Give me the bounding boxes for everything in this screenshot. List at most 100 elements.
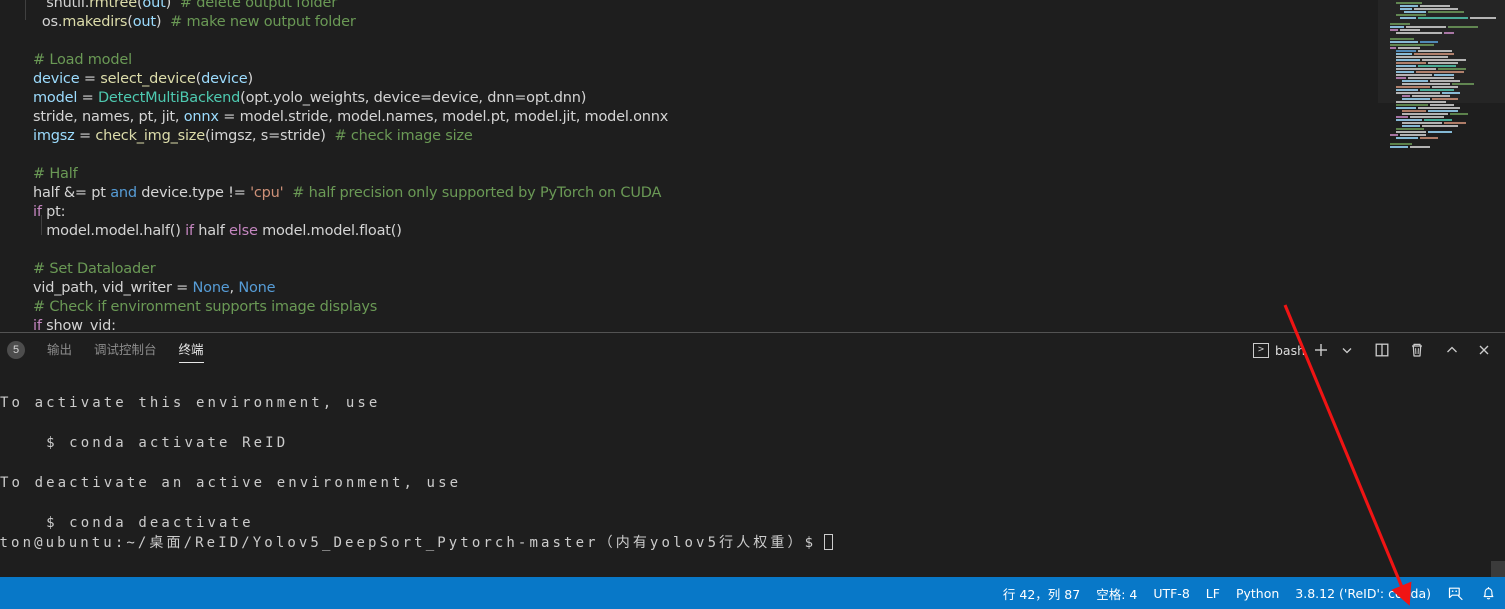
bottom-panel[interactable]: 5 输出 调试控制台 终端 > bash To activate this en…	[0, 332, 1505, 577]
code-token: select_device	[100, 71, 196, 87]
panel-header: 5 输出 调试控制台 终端 > bash	[0, 333, 1505, 367]
code-line: # Set Dataloader	[33, 260, 156, 279]
code-token: out	[142, 0, 166, 11]
minimap-segment	[1418, 107, 1460, 109]
code-token: (opt.yolo_weights, device=device, dnn=op…	[240, 90, 587, 106]
code-token: # make new output folder	[170, 14, 356, 30]
code-line: # Half	[33, 165, 78, 184]
code-token: model	[33, 90, 78, 106]
terminal-line: $ conda activate ReID	[0, 435, 289, 451]
code-token: if	[33, 318, 42, 332]
terminal-output[interactable]: To activate this environment, use $ cond…	[0, 367, 1505, 577]
new-terminal-button[interactable]	[1308, 337, 1334, 363]
minimap-segment	[1424, 119, 1452, 121]
code-token: # check image size	[334, 128, 473, 144]
code-token: model.model.half()	[33, 223, 186, 239]
code-token: None	[192, 280, 230, 296]
close-panel-button[interactable]	[1471, 337, 1497, 363]
minimap-segment	[1410, 116, 1444, 118]
code-token: half	[193, 223, 230, 239]
code-line: shutil.rmtree(out) # delete output folde…	[33, 0, 337, 13]
code-token: makedirs	[62, 14, 128, 30]
code-token: out	[132, 14, 156, 30]
minimap-segment	[1390, 143, 1412, 145]
code-token: DetectMultiBackend	[97, 90, 241, 106]
split-editor-icon	[1375, 343, 1389, 357]
editor-minimap[interactable]	[1378, 0, 1505, 332]
terminal-line: $ conda deactivate	[0, 515, 254, 531]
code-token: device	[33, 71, 80, 87]
split-terminal-button[interactable]	[1369, 337, 1395, 363]
code-token: half &=	[33, 185, 92, 201]
code-token: )	[247, 71, 254, 87]
status-eol[interactable]: LF	[1198, 577, 1228, 609]
status-indentation[interactable]: 空格: 4	[1088, 577, 1145, 609]
code-token: 'cpu'	[250, 185, 284, 201]
minimap-segment	[1396, 116, 1408, 118]
minimap-segment	[1430, 104, 1454, 106]
terminal-line: To activate this environment, use	[0, 395, 381, 411]
new-terminal-dropdown-button[interactable]	[1334, 337, 1360, 363]
minimap-segment	[1402, 122, 1442, 124]
code-token: os.	[33, 14, 63, 30]
smiley-feedback-icon	[1448, 587, 1463, 600]
code-token: =	[74, 128, 96, 144]
code-editor[interactable]: shutil.rmtree(out) # delete output folde…	[0, 0, 1505, 332]
minimap-segment	[1450, 113, 1468, 115]
code-token: # delete output folder	[179, 0, 338, 11]
terminal-prompt-line[interactable]: ston@ubuntu:~/桌面/ReID/Yolov5_DeepSort_Py…	[0, 533, 834, 553]
minimap-segment	[1400, 134, 1426, 136]
tab-terminal[interactable]: 终端	[178, 333, 204, 367]
trash-icon	[1412, 343, 1422, 357]
minimap-segment	[1402, 113, 1448, 115]
code-token: onnx	[183, 109, 219, 125]
status-notifications-button[interactable]	[1472, 577, 1505, 609]
code-text-area[interactable]: shutil.rmtree(out) # delete output folde…	[0, 0, 1378, 332]
code-token: imgsz	[33, 128, 75, 144]
code-token: # Half	[33, 166, 78, 182]
status-feedback-button[interactable]	[1439, 577, 1472, 609]
kill-terminal-button[interactable]	[1404, 337, 1430, 363]
status-python-interpreter[interactable]: 3.8.12 ('ReID': conda)	[1287, 577, 1439, 609]
minimap-viewport-slider[interactable]	[1378, 0, 1505, 103]
panel-action-bar[interactable]: > bash	[1250, 333, 1497, 367]
code-line: device = select_device(device)	[33, 70, 253, 89]
terminal-icon: >	[1252, 342, 1269, 358]
chevron-up-icon	[1447, 346, 1457, 353]
code-token: device	[201, 71, 248, 87]
code-token: )	[155, 14, 171, 30]
code-token: = model.stride, model.names, model.pt, m…	[218, 109, 669, 125]
panel-problems-badge: 5	[7, 341, 25, 359]
code-token: model.model.float()	[257, 223, 402, 239]
code-line: model.model.half() if half else model.mo…	[33, 222, 402, 241]
code-line: half &= pt and device.type != 'cpu' # ha…	[33, 184, 661, 203]
code-token: )	[165, 0, 180, 11]
code-token: show_vid:	[41, 318, 116, 332]
terminal-scrollbar[interactable]	[1491, 561, 1505, 577]
minimap-segment	[1428, 110, 1458, 112]
tab-output[interactable]: 输出	[47, 333, 72, 367]
status-language-mode[interactable]: Python	[1228, 577, 1287, 609]
code-line: model = DetectMultiBackend(opt.yolo_weig…	[33, 89, 586, 108]
code-token: pt:	[41, 204, 66, 220]
panel-tab-list[interactable]: 5 输出 调试控制台 终端	[0, 333, 204, 367]
code-line: # Load model	[33, 51, 132, 70]
minimap-segment	[1444, 122, 1466, 124]
terminal-shell-label: bash	[1274, 342, 1305, 358]
minimap-segment	[1390, 146, 1408, 148]
code-token: device.type !=	[136, 185, 251, 201]
code-token: if	[185, 223, 194, 239]
minimap-segment	[1396, 137, 1418, 139]
code-token: vid_path, vid_writer =	[33, 280, 193, 296]
maximize-panel-button[interactable]	[1439, 337, 1465, 363]
code-token: check_img_size	[95, 128, 205, 144]
status-encoding[interactable]: UTF-8	[1145, 577, 1197, 609]
status-cursor-position[interactable]: 行 42，列 87	[995, 577, 1088, 609]
terminal-shell-selector[interactable]: > bash	[1250, 337, 1308, 363]
code-line: os.makedirs(out) # make new output folde…	[33, 13, 356, 32]
close-icon	[1479, 345, 1489, 355]
tab-debug-console[interactable]: 调试控制台	[94, 333, 157, 367]
code-token: (imgsz, s=stride)	[204, 128, 335, 144]
code-token: and	[110, 185, 137, 201]
bell-icon	[1483, 586, 1494, 599]
